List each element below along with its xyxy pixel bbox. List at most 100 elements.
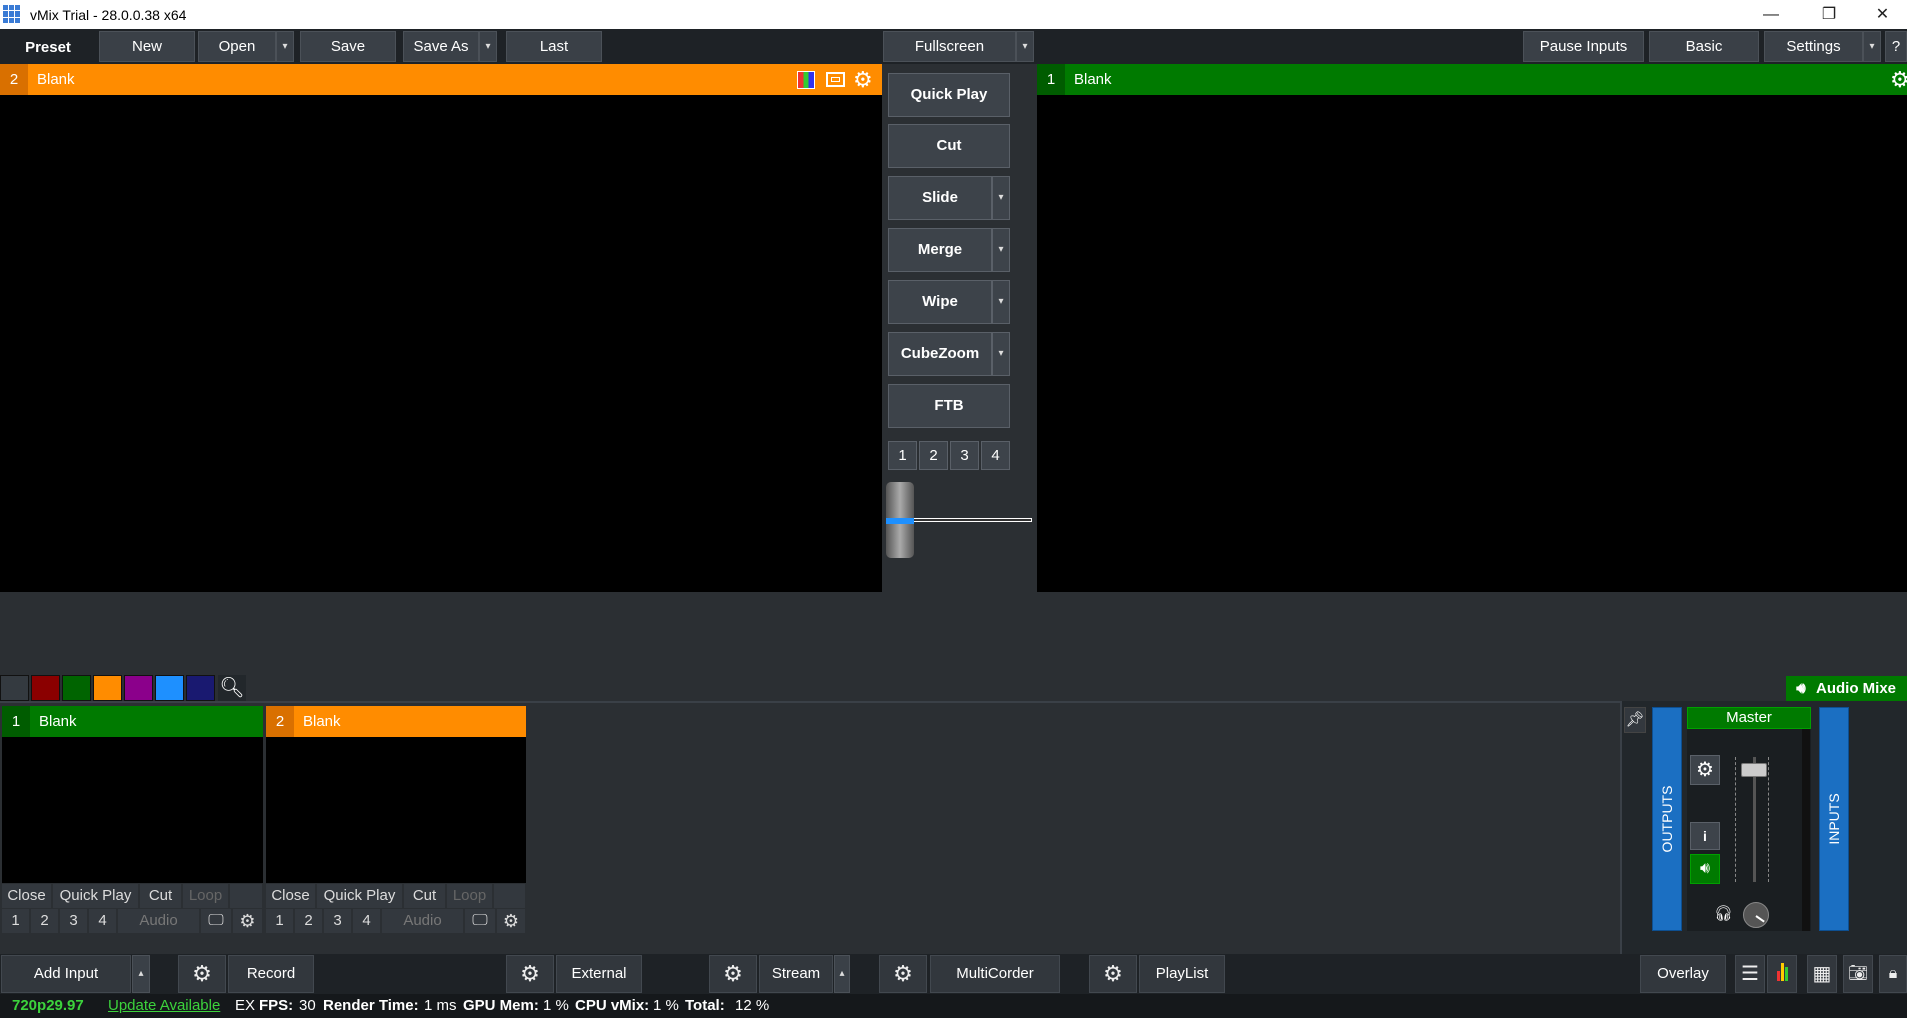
update-available-link[interactable]: Update Available bbox=[108, 994, 220, 1018]
input-1-audio-button[interactable]: Audio bbox=[118, 909, 200, 933]
input-2-overlay-2[interactable]: 2 bbox=[295, 909, 323, 933]
input-1-overlay-4[interactable]: 4 bbox=[89, 909, 117, 933]
inputs-tab[interactable]: INPUTS bbox=[1819, 707, 1849, 931]
pause-inputs-button[interactable]: Pause Inputs bbox=[1523, 31, 1644, 62]
settings-dropdown-button[interactable]: ▾ bbox=[1863, 31, 1881, 62]
multiview-grid-icon[interactable]: ▦ bbox=[1807, 955, 1837, 993]
save-as-button[interactable]: Save As bbox=[403, 31, 479, 62]
color-filter-swatch-4[interactable] bbox=[93, 675, 122, 701]
playlist-settings-gear-icon[interactable]: ⚙ bbox=[1089, 955, 1137, 993]
merge-dropdown-button[interactable]: ▾ bbox=[992, 228, 1010, 272]
master-mute-speaker-icon[interactable]: 🔊︎ bbox=[1690, 854, 1720, 884]
video-format[interactable]: 720p29.97 bbox=[12, 994, 84, 1018]
list-view-icon[interactable]: ☰ bbox=[1735, 955, 1765, 993]
input-2-overlay-1[interactable]: 1 bbox=[266, 909, 294, 933]
quick-play-button[interactable]: Quick Play bbox=[888, 73, 1010, 117]
merge-button[interactable]: Merge bbox=[888, 228, 992, 272]
color-filter-swatch-1[interactable] bbox=[0, 675, 29, 701]
minimize-button[interactable]: — bbox=[1742, 0, 1800, 29]
input-2-thumbnail[interactable] bbox=[266, 737, 526, 883]
master-info-button[interactable]: i bbox=[1690, 822, 1720, 850]
t-bar-handle[interactable] bbox=[886, 482, 914, 558]
input-2-monitor-icon[interactable]: 🖵︎ bbox=[465, 909, 496, 933]
input-2-overlay-4[interactable]: 4 bbox=[353, 909, 381, 933]
wipe-dropdown-button[interactable]: ▾ bbox=[992, 280, 1010, 324]
record-settings-gear-icon[interactable]: ⚙ bbox=[178, 955, 226, 993]
add-input-dropdown-button[interactable]: ▴ bbox=[132, 955, 150, 993]
quick-transition-1[interactable]: 1 bbox=[888, 441, 917, 470]
quick-transition-4[interactable]: 4 bbox=[981, 441, 1010, 470]
input-1-loop-button[interactable]: Loop bbox=[183, 884, 229, 908]
basic-button[interactable]: Basic bbox=[1649, 31, 1759, 62]
slide-dropdown-button[interactable]: ▾ bbox=[992, 176, 1010, 220]
record-button[interactable]: Record bbox=[228, 955, 314, 993]
new-button[interactable]: New bbox=[99, 31, 195, 62]
crop-icon[interactable] bbox=[826, 72, 845, 87]
color-filter-swatch-6[interactable] bbox=[155, 675, 184, 701]
input-1-close-button[interactable]: Close bbox=[2, 884, 52, 908]
input-2-overlay-3[interactable]: 3 bbox=[324, 909, 352, 933]
input-1-cut-button[interactable]: Cut bbox=[140, 884, 182, 908]
audio-mixer-toggle[interactable]: 🔊︎ Audio Mixe bbox=[1786, 676, 1907, 701]
input-1-thumbnail[interactable] bbox=[2, 737, 263, 883]
color-correction-icon[interactable] bbox=[797, 71, 815, 89]
add-input-button[interactable]: Add Input bbox=[1, 955, 131, 993]
output-settings-gear-icon[interactable]: ⚙ bbox=[1890, 64, 1907, 95]
multicorder-settings-gear-icon[interactable]: ⚙ bbox=[879, 955, 927, 993]
input-2-settings-gear-icon[interactable]: ⚙ bbox=[497, 909, 526, 933]
fullscreen-dropdown-button[interactable]: ▾ bbox=[1016, 31, 1034, 62]
master-fader-handle[interactable] bbox=[1741, 762, 1767, 777]
input-2-audio-button[interactable]: Audio bbox=[382, 909, 464, 933]
last-button[interactable]: Last bbox=[506, 31, 602, 62]
stream-button[interactable]: Stream bbox=[759, 955, 833, 993]
input-1-monitor-icon[interactable]: 🖵︎ bbox=[201, 909, 232, 933]
open-button[interactable]: Open bbox=[198, 31, 276, 62]
restore-button[interactable]: ❐ bbox=[1800, 0, 1858, 29]
cut-button[interactable]: Cut bbox=[888, 124, 1010, 168]
headphones-icon[interactable]: 🎧︎ bbox=[1714, 904, 1733, 922]
overlay-button[interactable]: Overlay bbox=[1640, 955, 1726, 993]
multicorder-button[interactable]: MultiCorder bbox=[930, 955, 1060, 993]
cubezoom-dropdown-button[interactable]: ▾ bbox=[992, 332, 1010, 376]
cubezoom-button[interactable]: CubeZoom bbox=[888, 332, 992, 376]
input-1-settings-gear-icon[interactable]: ⚙ bbox=[233, 909, 263, 933]
search-icon[interactable]: 🔍︎ bbox=[218, 675, 246, 701]
input-1-overlay-3[interactable]: 3 bbox=[60, 909, 88, 933]
stream-dropdown-button[interactable]: ▴ bbox=[834, 955, 850, 993]
input-2-close-button[interactable]: Close bbox=[266, 884, 316, 908]
playlist-button[interactable]: PlayList bbox=[1139, 955, 1225, 993]
help-button[interactable]: ? bbox=[1885, 31, 1907, 62]
external-settings-gear-icon[interactable]: ⚙ bbox=[506, 955, 554, 993]
save-as-dropdown-button[interactable]: ▾ bbox=[479, 31, 497, 62]
master-settings-gear-icon[interactable]: ⚙ bbox=[1690, 755, 1720, 785]
input-1-overlay-1[interactable]: 1 bbox=[2, 909, 30, 933]
lock-icon[interactable]: 🔒︎ bbox=[1879, 955, 1907, 993]
color-filter-swatch-5[interactable] bbox=[124, 675, 153, 701]
slide-button[interactable]: Slide bbox=[888, 176, 992, 220]
audio-meter-icon[interactable] bbox=[1767, 955, 1797, 993]
input-1-quick-play-button[interactable]: Quick Play bbox=[53, 884, 139, 908]
color-filter-swatch-2[interactable] bbox=[31, 675, 60, 701]
snapshot-camera-icon[interactable]: 📷︎ bbox=[1843, 955, 1873, 993]
headphone-volume-knob[interactable] bbox=[1743, 902, 1769, 928]
input-2-cut-button[interactable]: Cut bbox=[404, 884, 446, 908]
input-2-loop-button[interactable]: Loop bbox=[447, 884, 493, 908]
quick-transition-3[interactable]: 3 bbox=[950, 441, 979, 470]
input-2-quick-play-button[interactable]: Quick Play bbox=[317, 884, 403, 908]
ftb-button[interactable]: FTB bbox=[888, 384, 1010, 428]
quick-transition-2[interactable]: 2 bbox=[919, 441, 948, 470]
save-button[interactable]: Save bbox=[300, 31, 396, 62]
settings-button[interactable]: Settings bbox=[1764, 31, 1863, 62]
input-1-header[interactable]: 1 Blank bbox=[2, 706, 263, 737]
open-dropdown-button[interactable]: ▾ bbox=[276, 31, 294, 62]
outputs-tab[interactable]: OUTPUTS bbox=[1652, 707, 1682, 931]
wipe-button[interactable]: Wipe bbox=[888, 280, 992, 324]
color-filter-swatch-7[interactable] bbox=[186, 675, 215, 701]
preset-button[interactable]: Preset bbox=[0, 31, 96, 62]
input-1-overlay-2[interactable]: 2 bbox=[31, 909, 59, 933]
stream-settings-gear-icon[interactable]: ⚙ bbox=[709, 955, 757, 993]
pin-icon[interactable]: 📌︎ bbox=[1624, 707, 1646, 733]
preview-settings-gear-icon[interactable]: ⚙ bbox=[853, 64, 873, 95]
color-filter-swatch-3[interactable] bbox=[62, 675, 91, 701]
close-window-button[interactable]: ✕ bbox=[1858, 0, 1907, 29]
